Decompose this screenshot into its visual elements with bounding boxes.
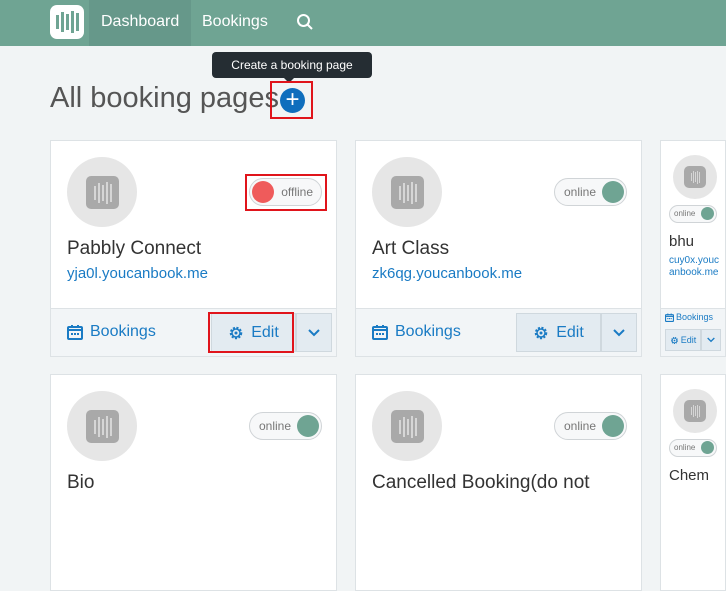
- booking-page-card: online bhu cuy0x.youcanbook.me Bookings E…: [660, 140, 726, 357]
- status-toggle[interactable]: online: [249, 412, 322, 440]
- gear-icon: [670, 336, 678, 344]
- more-options-dropdown[interactable]: [601, 313, 637, 352]
- page-name: Bio: [67, 472, 95, 493]
- nav-dashboard[interactable]: Dashboard: [89, 0, 192, 46]
- page-url[interactable]: cuy0x.youcanbook.me: [669, 255, 723, 279]
- status-toggle[interactable]: online: [554, 178, 627, 206]
- page-name: Art Class: [372, 238, 450, 259]
- search-icon[interactable]: [296, 13, 314, 31]
- bookings-label: Bookings: [90, 323, 156, 340]
- status-toggle[interactable]: online: [669, 205, 717, 223]
- add-booking-page-button[interactable]: +: [280, 88, 305, 113]
- page-name: Pabbly Connect: [67, 238, 202, 259]
- chevron-down-icon: [613, 328, 625, 336]
- bookings-label: Bookings: [395, 323, 461, 340]
- bookings-link[interactable]: Bookings: [372, 323, 461, 341]
- booking-page-card: online Art Class zk6qg.youcanbook.me Book…: [355, 140, 642, 357]
- page-avatar: [372, 391, 442, 461]
- chevron-down-icon: [308, 328, 320, 336]
- bookings-link[interactable]: Bookings: [67, 323, 156, 341]
- calendar-icon: [665, 313, 674, 322]
- edit-button[interactable]: Edit: [516, 313, 601, 352]
- tooltip: Create a booking page: [212, 52, 372, 83]
- highlight-box: +: [270, 81, 313, 119]
- page-url[interactable]: yja0l.youcanbook.me: [67, 265, 208, 282]
- status-label: online: [564, 185, 597, 199]
- page-avatar: [67, 157, 137, 227]
- status-label: online: [259, 419, 292, 433]
- logo-icon: [684, 166, 706, 188]
- logo-icon: [684, 400, 706, 422]
- page-name: Chem: [669, 467, 710, 484]
- calendar-icon: [372, 325, 388, 340]
- status-toggle[interactable]: online: [554, 412, 627, 440]
- bookings-link[interactable]: Bookings: [665, 312, 713, 322]
- page-avatar: [673, 155, 717, 199]
- logo-icon: [86, 410, 119, 443]
- status-label: online: [564, 419, 597, 433]
- booking-page-card: online Chem: [660, 374, 726, 591]
- logo-icon: [391, 410, 424, 443]
- status-toggle[interactable]: online: [669, 439, 717, 457]
- card-footer: Bookings Edit: [661, 308, 725, 356]
- status-label: online: [674, 443, 696, 452]
- page-avatar: [372, 157, 442, 227]
- page-name: Cancelled Booking(do not: [372, 472, 590, 493]
- edit-button[interactable]: Edit: [665, 329, 701, 351]
- logo[interactable]: [50, 5, 84, 39]
- edit-label: Edit: [556, 323, 584, 341]
- card-footer: Bookings Edit: [356, 308, 641, 356]
- page-url[interactable]: zk6qg.youcanbook.me: [372, 265, 522, 282]
- highlight-box: [208, 312, 294, 353]
- bookings-label: Bookings: [676, 312, 714, 322]
- more-options-dropdown[interactable]: [701, 329, 721, 351]
- chevron-down-icon: [707, 337, 715, 343]
- logo-icon: [391, 176, 424, 209]
- nav-bookings[interactable]: Bookings: [190, 0, 280, 46]
- status-label: online: [674, 209, 696, 218]
- booking-page-card: online Cancelled Booking(do not: [355, 374, 642, 591]
- logo-icon: [86, 176, 119, 209]
- booking-page-card: online Bio: [50, 374, 337, 591]
- booking-page-card: offline Pabbly Connect yja0l.youcanbook.m…: [50, 140, 337, 357]
- more-options-dropdown[interactable]: [296, 313, 332, 352]
- gear-icon: [534, 326, 548, 339]
- card-footer: Bookings Edit: [51, 308, 336, 356]
- calendar-icon: [67, 325, 83, 340]
- page-title: All booking pages: [50, 82, 279, 114]
- edit-label: Edit: [680, 335, 697, 345]
- page-name: bhu: [669, 233, 695, 250]
- page-avatar: [67, 391, 137, 461]
- page-avatar: [673, 389, 717, 433]
- highlight-box: [245, 174, 327, 211]
- top-nav: Dashboard Bookings: [0, 0, 726, 46]
